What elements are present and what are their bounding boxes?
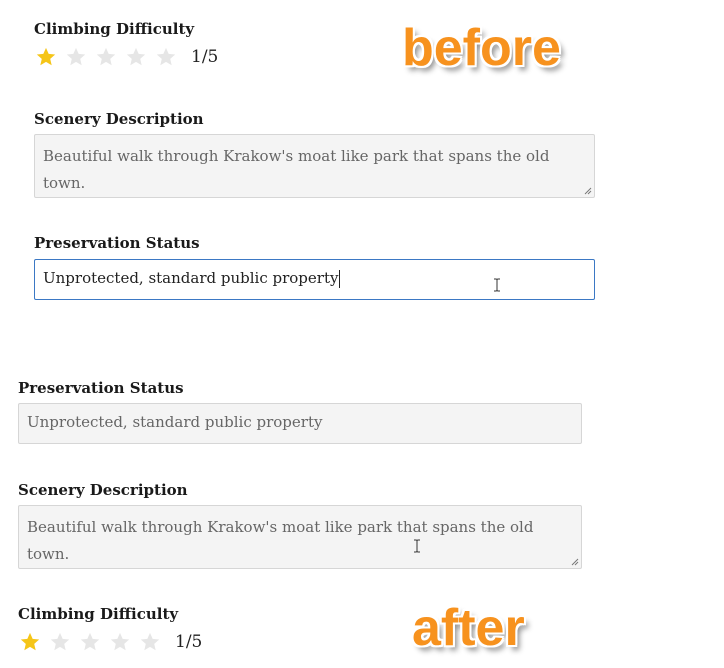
after-scenery-description-textarea[interactable]: Beautiful walk through Krakow's moat lik… xyxy=(18,505,582,569)
before-preservation-status-input[interactable]: Unprotected, standard public property xyxy=(34,259,595,300)
after-climbing-difficulty-rating[interactable]: 1/5 xyxy=(19,631,202,653)
star-empty-icon[interactable] xyxy=(49,631,71,653)
text-cursor-icon xyxy=(414,539,420,553)
page: Climbing Difficulty 1/5 before Scenery D… xyxy=(0,0,724,668)
star-empty-icon[interactable] xyxy=(109,631,131,653)
before-scenery-description-label: Scenery Description xyxy=(34,110,204,128)
before-scenery-description-textarea[interactable]: Beautiful walk through Krakow's moat lik… xyxy=(34,134,595,198)
after-preservation-status-label: Preservation Status xyxy=(18,379,184,397)
after-overlay-label: after xyxy=(412,599,525,657)
star-empty-icon[interactable] xyxy=(155,46,177,68)
rating-score-text: 1/5 xyxy=(175,632,203,652)
after-scenery-description-value: Beautiful walk through Krakow's moat lik… xyxy=(27,518,534,563)
star-filled-icon[interactable] xyxy=(19,631,41,653)
star-empty-icon[interactable] xyxy=(125,46,147,68)
before-scenery-description-value: Beautiful walk through Krakow's moat lik… xyxy=(43,147,550,192)
star-empty-icon[interactable] xyxy=(95,46,117,68)
resize-handle-icon[interactable] xyxy=(571,558,579,566)
after-climbing-difficulty-label: Climbing Difficulty xyxy=(18,605,179,623)
star-empty-icon[interactable] xyxy=(139,631,161,653)
after-preservation-status-value: Unprotected, standard public property xyxy=(27,413,323,431)
after-scenery-description-label: Scenery Description xyxy=(18,481,188,499)
rating-score-text: 1/5 xyxy=(191,47,219,67)
star-empty-icon[interactable] xyxy=(65,46,87,68)
before-climbing-difficulty-rating[interactable]: 1/5 xyxy=(35,46,218,68)
before-climbing-difficulty-label: Climbing Difficulty xyxy=(34,20,195,38)
star-empty-icon[interactable] xyxy=(79,631,101,653)
resize-handle-icon[interactable] xyxy=(584,187,592,195)
before-preservation-status-value: Unprotected, standard public property xyxy=(43,269,339,287)
text-caret xyxy=(339,270,341,288)
text-cursor-icon xyxy=(494,278,500,292)
before-overlay-label: before xyxy=(402,19,561,77)
before-preservation-status-label: Preservation Status xyxy=(34,234,200,252)
after-preservation-status-input[interactable]: Unprotected, standard public property xyxy=(18,403,582,444)
star-filled-icon[interactable] xyxy=(35,46,57,68)
